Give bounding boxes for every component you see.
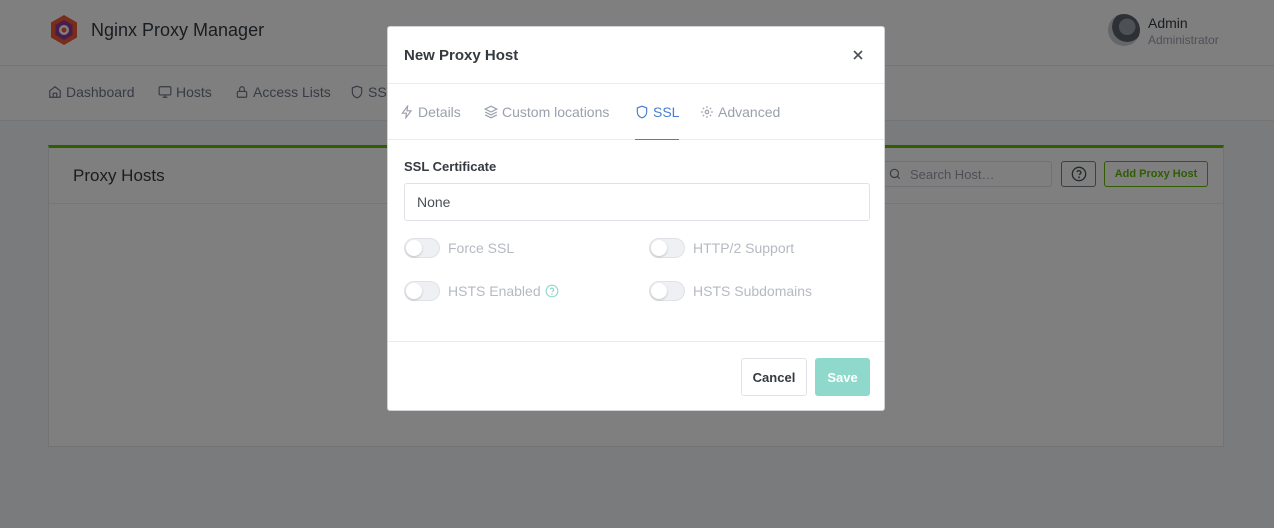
ssl-certificate-label: SSL Certificate xyxy=(404,159,497,174)
modal-footer: Cancel Save xyxy=(388,341,884,411)
hsts-enabled-switch[interactable] xyxy=(404,281,440,301)
hsts-enabled-label: HSTS Enabled xyxy=(448,283,541,299)
tab-label-advanced: Advanced xyxy=(718,104,781,120)
tab-details[interactable]: Details xyxy=(400,84,461,140)
tab-custom-locations[interactable]: Custom locations xyxy=(484,84,609,140)
bolt-icon xyxy=(401,105,413,119)
shield-icon xyxy=(636,105,648,118)
force-ssl-label: Force SSL xyxy=(448,240,515,256)
help-circle-icon[interactable] xyxy=(545,284,559,298)
hsts-subdomains-label: HSTS Subdomains xyxy=(693,283,813,299)
force-ssl-switch[interactable] xyxy=(404,238,440,258)
ssl-certificate-select[interactable]: None xyxy=(404,183,870,221)
save-button[interactable]: Save xyxy=(815,358,870,396)
hsts-enabled-toggle[interactable]: HSTS Enabled xyxy=(404,281,559,301)
close-icon[interactable] xyxy=(850,47,866,63)
tab-label-ssl: SSL xyxy=(653,103,680,120)
hsts-subdomains-switch[interactable] xyxy=(649,281,685,301)
http2-support-toggle[interactable]: HTTP/2 Support xyxy=(649,238,794,258)
modal-title: New Proxy Host xyxy=(404,47,519,64)
cancel-button[interactable]: Cancel xyxy=(741,358,807,396)
http2-support-switch[interactable] xyxy=(649,238,685,258)
tab-label-custom-locations: Custom locations xyxy=(502,104,610,120)
tab-advanced[interactable]: Advanced xyxy=(700,84,780,140)
layers-icon xyxy=(484,105,498,119)
http2-support-label: HTTP/2 Support xyxy=(693,240,795,256)
modal-body: SSL Certificate None Force SSL HTTP/2 Su… xyxy=(388,140,884,341)
modal-tabs: Details Custom locations SSL Advanced xyxy=(388,84,884,140)
modal-header: New Proxy Host xyxy=(388,27,884,84)
gear-icon xyxy=(701,106,713,118)
tab-label-details: Details xyxy=(418,104,461,120)
hsts-subdomains-toggle[interactable]: HSTS Subdomains xyxy=(649,281,812,301)
tab-ssl[interactable]: SSL xyxy=(635,84,680,140)
force-ssl-toggle[interactable]: Force SSL xyxy=(404,238,514,258)
new-proxy-host-modal: New Proxy Host Details Custom locations … xyxy=(387,26,885,411)
